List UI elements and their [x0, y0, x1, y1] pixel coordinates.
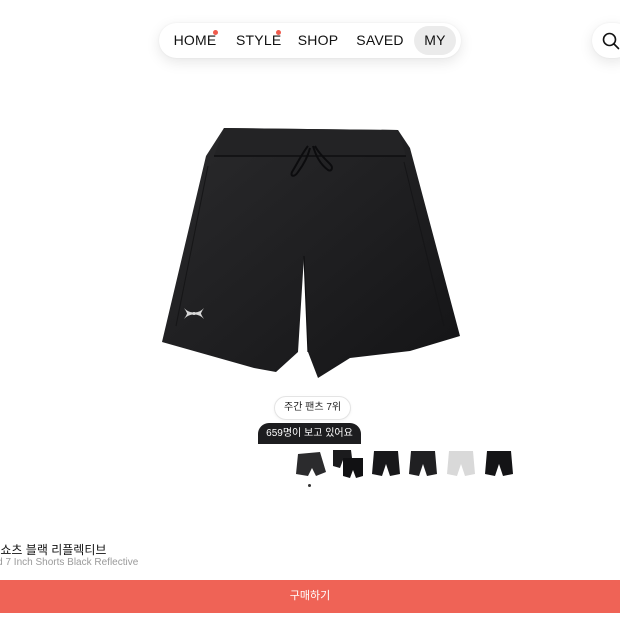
thumbnail-1[interactable] [294, 446, 328, 480]
product-image[interactable] [158, 126, 462, 380]
buy-button[interactable]: 구매하기 [0, 580, 620, 613]
thumbnail-2[interactable] [331, 446, 365, 480]
home-notification-dot [213, 30, 218, 35]
weekly-rank-badge: 주간 팬츠 7위 [274, 396, 352, 420]
product-page: HOME STYLE SHOP SAVED MY 주간 팬츠 7위 659명이 … [0, 0, 620, 620]
nav-style[interactable]: STYLE [236, 26, 282, 55]
nav-home-label: HOME [173, 32, 217, 48]
style-notification-dot [276, 30, 281, 35]
viewer-count-badge: 659명이 보고 있어요 [258, 423, 361, 444]
nav-shop-label: SHOP [297, 32, 339, 48]
top-nav: HOME STYLE SHOP SAVED MY [159, 23, 461, 58]
thumbnail-indicator-dot [308, 484, 311, 487]
search-icon [602, 32, 620, 50]
nav-my-label: MY [424, 32, 446, 48]
thumbnail-3[interactable] [369, 446, 403, 480]
product-title-english: hed 7 Inch Shorts Black Reflective [0, 557, 139, 568]
nav-saved[interactable]: SAVED [356, 26, 404, 55]
nav-home[interactable]: HOME [173, 26, 217, 55]
nav-style-label: STYLE [236, 32, 282, 48]
nav-saved-label: SAVED [356, 32, 404, 48]
nav-shop[interactable]: SHOP [297, 26, 339, 55]
thumbnail-5[interactable] [444, 446, 478, 480]
product-title-korean: 치 쇼츠 블랙 리플렉티브 [0, 543, 107, 557]
nav-my[interactable]: MY [414, 26, 456, 55]
thumbnail-4[interactable] [406, 446, 440, 480]
thumbnail-6[interactable] [482, 446, 516, 480]
search-button[interactable] [592, 23, 620, 58]
